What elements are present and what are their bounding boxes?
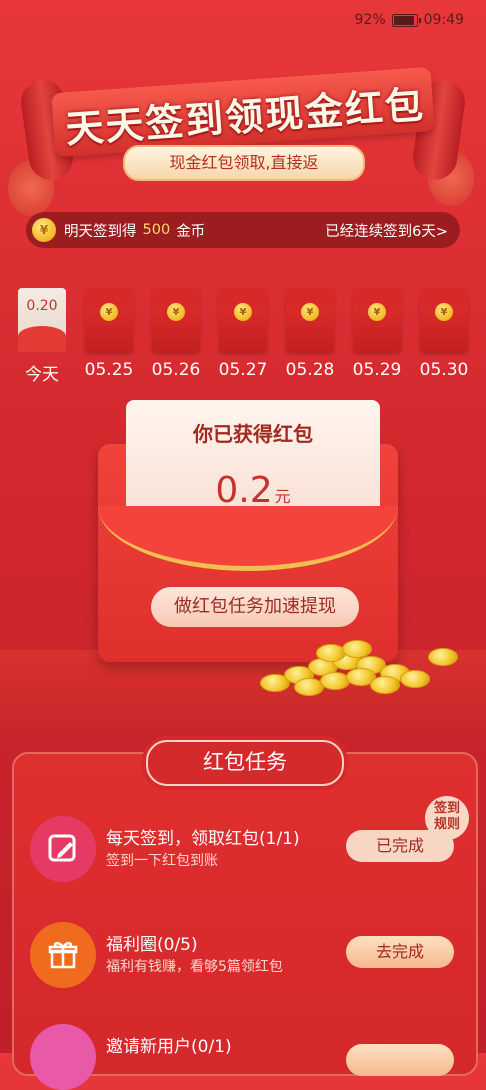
battery-percent: 92%: [354, 12, 386, 28]
day-item[interactable]: ¥ 05.29: [352, 288, 402, 380]
day-label: 05.28: [285, 360, 335, 380]
reward-card: 你已获得红包 0.2 元: [126, 400, 380, 518]
gift-icon: [30, 922, 96, 988]
checkin-info-bar: ¥ 明天签到得 500 金币 已经连续签到6天>: [26, 212, 460, 248]
task-row: 福利圈(0/5) 福利有钱赚，看够5篇领红包 去完成: [30, 922, 470, 988]
red-envelope-icon: ¥: [353, 288, 401, 352]
streak-link[interactable]: 已经连续签到6天>: [325, 220, 448, 241]
speed-withdraw-button[interactable]: 做红包任务加速提现: [151, 587, 359, 627]
day-item[interactable]: ¥ 05.27: [218, 288, 268, 380]
today-reward: 0.20: [26, 298, 58, 314]
day-label: 今天: [25, 365, 59, 385]
day-item[interactable]: ¥ 05.26: [151, 288, 201, 380]
reward-title: 你已获得红包: [193, 422, 313, 446]
task-go-button[interactable]: 去完成: [346, 936, 454, 968]
day-label: 05.29: [352, 360, 402, 380]
day-label: 05.27: [218, 360, 268, 380]
status-bar: 92% 09:49: [0, 0, 486, 36]
task-title: 邀请新用户(0/1): [106, 1037, 232, 1057]
battery-icon: [391, 13, 421, 27]
status-right: 92% 09:49: [355, 12, 464, 28]
banner: 天天签到领现金红包 现金红包领取,直接返: [18, 66, 468, 190]
opened-envelope-icon: 0.20: [18, 288, 66, 352]
reward-amount: 0.2 元: [126, 470, 380, 511]
day-label: 05.30: [419, 360, 469, 380]
pencil-edit-icon: [30, 816, 96, 882]
banner-subtitle: 现金红包领取,直接返: [123, 145, 365, 181]
task-row: 邀请新用户(0/1): [30, 1024, 470, 1090]
tomorrow-label: 明天签到得: [64, 223, 137, 240]
task-section-title: 红包任务: [146, 740, 344, 786]
task-row: 每天签到，领取红包(1/1) 签到一下红包到账 已完成: [30, 816, 470, 882]
day-item[interactable]: ¥ 05.28: [285, 288, 335, 380]
reward-value: 0.2: [215, 470, 273, 511]
red-envelope-icon: ¥: [152, 288, 200, 352]
invite-icon: [30, 1024, 96, 1090]
red-envelope-icon: ¥: [420, 288, 468, 352]
red-envelope-icon: ¥: [85, 288, 133, 352]
day-label: 05.26: [151, 360, 201, 380]
task-subtitle: 福利有钱赚，看够5篇领红包: [106, 959, 283, 975]
red-envelope-icon: ¥: [286, 288, 334, 352]
task-completed-button[interactable]: 已完成: [346, 830, 454, 862]
task-title: 每天签到，领取红包(1/1): [106, 829, 300, 849]
red-envelope-icon: ¥: [219, 288, 267, 352]
day-item[interactable]: ¥ 05.25: [84, 288, 134, 380]
task-go-button[interactable]: [346, 1044, 454, 1076]
clock: 09:49: [423, 12, 464, 28]
day-today[interactable]: 0.20 今天: [17, 288, 67, 385]
coin-icon: ¥: [32, 218, 56, 242]
day-label: 05.25: [84, 360, 134, 380]
task-subtitle: 签到一下红包到账: [106, 853, 218, 869]
day-item[interactable]: ¥ 05.30: [419, 288, 469, 380]
reward-unit: 元: [274, 487, 291, 506]
task-title: 福利圈(0/5): [106, 935, 198, 955]
gold-coins-icon: [250, 638, 458, 698]
coin-amount: 500: [142, 222, 171, 238]
checkin-days: 0.20 今天 ¥ 05.25 ¥ 05.26 ¥ 05.27 ¥ 05.28 …: [16, 288, 472, 385]
coin-unit: 金币: [176, 223, 206, 240]
